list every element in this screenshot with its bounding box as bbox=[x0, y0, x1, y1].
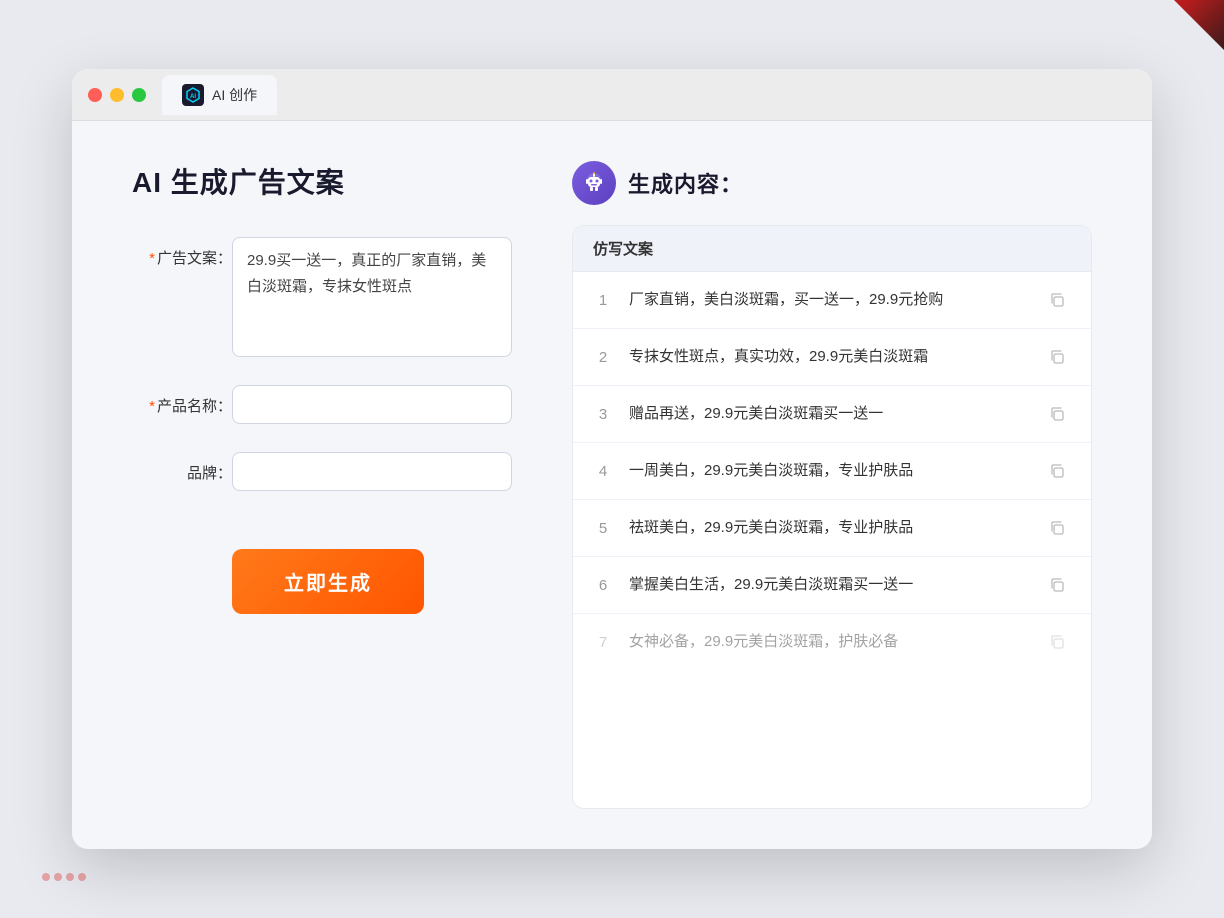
table-row: 1 厂家直销，美白淡斑霜，买一送一，29.9元抢购 bbox=[573, 272, 1091, 329]
row-number: 6 bbox=[593, 577, 613, 594]
results-list: 1 厂家直销，美白淡斑霜，买一送一，29.9元抢购 2 专抹女性斑点，真实功效，29… bbox=[573, 272, 1091, 670]
result-table: 仿写文案 1 厂家直销，美白淡斑霜，买一送一，29.9元抢购 2 专抹女性斑点，真实… bbox=[572, 225, 1092, 809]
copy-button[interactable] bbox=[1043, 343, 1071, 371]
tab-label: AI 创作 bbox=[212, 85, 257, 105]
copy-button[interactable] bbox=[1043, 628, 1071, 656]
table-header: 仿写文案 bbox=[573, 226, 1091, 272]
product-input[interactable]: 美白淡斑霜 bbox=[232, 385, 512, 424]
minimize-button[interactable] bbox=[110, 88, 124, 102]
row-text: 厂家直销，美白淡斑霜，买一送一，29.9元抢购 bbox=[629, 289, 1027, 312]
ad-copy-label: *广告文案： bbox=[132, 237, 232, 268]
copy-button[interactable] bbox=[1043, 286, 1071, 314]
left-panel: AI 生成广告文案 *广告文案： 29.9买一送一，真正的厂家直销，美白淡斑霜，… bbox=[132, 161, 512, 809]
table-row: 2 专抹女性斑点，真实功效，29.9元美白淡斑霜 bbox=[573, 329, 1091, 386]
table-row: 3 赠品再送，29.9元美白淡斑霜买一送一 bbox=[573, 386, 1091, 443]
browser-window: AI AI 创作 AI 生成广告文案 *广告文案： 29.9买一送一，真正的厂家… bbox=[72, 69, 1152, 849]
page-title: AI 生成广告文案 bbox=[132, 161, 512, 201]
table-row: 4 一周美白，29.9元美白淡斑霜，专业护肤品 bbox=[573, 443, 1091, 500]
copy-button[interactable] bbox=[1043, 571, 1071, 599]
generate-button[interactable]: 立即生成 bbox=[232, 549, 424, 614]
row-number: 7 bbox=[593, 634, 613, 651]
row-text: 掌握美白生活，29.9元美白淡斑霜买一送一 bbox=[629, 574, 1027, 597]
ad-copy-field-group: *广告文案： 29.9买一送一，真正的厂家直销，美白淡斑霜，专抹女性斑点 bbox=[132, 237, 512, 357]
svg-text:AI: AI bbox=[190, 94, 196, 100]
tab-ai-creation[interactable]: AI AI 创作 bbox=[162, 75, 277, 115]
close-button[interactable] bbox=[88, 88, 102, 102]
table-row: 5 祛斑美白，29.9元美白淡斑霜，专业护肤品 bbox=[573, 500, 1091, 557]
required-marker-2: * bbox=[149, 398, 155, 415]
row-number: 1 bbox=[593, 292, 613, 309]
right-panel: 生成内容： 仿写文案 1 厂家直销，美白淡斑霜，买一送一，29.9元抢购 2 专抹女… bbox=[572, 161, 1092, 809]
result-title: 生成内容： bbox=[628, 167, 743, 199]
maximize-button[interactable] bbox=[132, 88, 146, 102]
row-text: 一周美白，29.9元美白淡斑霜，专业护肤品 bbox=[629, 460, 1027, 483]
row-text: 专抹女性斑点，真实功效，29.9元美白淡斑霜 bbox=[629, 346, 1027, 369]
row-number: 3 bbox=[593, 406, 613, 423]
row-text: 赠品再送，29.9元美白淡斑霜买一送一 bbox=[629, 403, 1027, 426]
result-header: 生成内容： bbox=[572, 161, 1092, 205]
row-number: 4 bbox=[593, 463, 613, 480]
row-text: 女神必备，29.9元美白淡斑霜，护肤必备 bbox=[629, 631, 1027, 654]
dots-decoration bbox=[40, 870, 88, 888]
ai-tab-icon: AI bbox=[182, 84, 204, 106]
ad-copy-textarea[interactable]: 29.9买一送一，真正的厂家直销，美白淡斑霜，专抹女性斑点 bbox=[232, 237, 512, 357]
content-area: AI 生成广告文案 *广告文案： 29.9买一送一，真正的厂家直销，美白淡斑霜，… bbox=[72, 121, 1152, 849]
table-row: 7 女神必备，29.9元美白淡斑霜，护肤必备 bbox=[573, 614, 1091, 670]
copy-button[interactable] bbox=[1043, 400, 1071, 428]
required-marker: * bbox=[149, 250, 155, 267]
row-number: 5 bbox=[593, 520, 613, 537]
copy-button[interactable] bbox=[1043, 514, 1071, 542]
row-text: 祛斑美白，29.9元美白淡斑霜，专业护肤品 bbox=[629, 517, 1027, 540]
brand-label: 品牌： bbox=[132, 452, 232, 483]
brand-input[interactable]: 好白 bbox=[232, 452, 512, 491]
window-controls bbox=[88, 88, 146, 102]
copy-button[interactable] bbox=[1043, 457, 1071, 485]
row-number: 2 bbox=[593, 349, 613, 366]
robot-icon bbox=[572, 161, 616, 205]
product-name-field-group: *产品名称： 美白淡斑霜 bbox=[132, 385, 512, 424]
product-label: *产品名称： bbox=[132, 385, 232, 416]
title-bar: AI AI 创作 bbox=[72, 69, 1152, 121]
table-row: 6 掌握美白生活，29.9元美白淡斑霜买一送一 bbox=[573, 557, 1091, 614]
brand-field-group: 品牌： 好白 bbox=[132, 452, 512, 491]
